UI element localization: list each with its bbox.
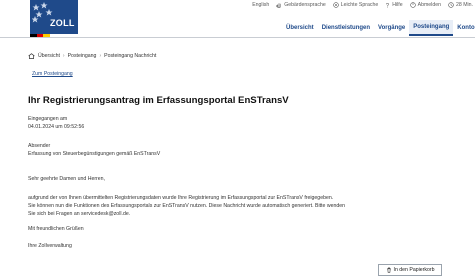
chevron-right-icon: › (99, 53, 102, 59)
session-timer: 28 Min. (448, 2, 473, 8)
util-english[interactable]: English (252, 2, 269, 8)
received-value: 04.01.2024 um 09:52:56 (28, 123, 85, 130)
nav-vorgaenge[interactable]: Vorgänge (374, 20, 409, 36)
received-label: Eingegangen am (28, 116, 68, 122)
nav-konto-label: Konto (457, 25, 475, 31)
nav-dienstleistungen[interactable]: Dienstleistungen (318, 20, 374, 36)
util-help-label: Hilfe (392, 2, 403, 8)
header-divider (0, 37, 475, 38)
body-line: aufgrund der von Ihnen übermittelten Reg… (28, 195, 334, 201)
body-line: Sie sich bei Fragen an servicedesk@zoll.… (28, 210, 131, 217)
page-title: Ihr Registrierungsantrag im Erfassungspo… (28, 95, 289, 106)
trash-icon (386, 267, 391, 273)
sender-section: Absender Erfassung von Steuerbegünstigun… (28, 143, 160, 159)
move-to-trash-label: In den Papierkorb (393, 267, 435, 273)
util-easy-language[interactable]: Leichte Sprache (333, 2, 379, 8)
nav-dienstleistungen-label: Dienstleistungen (321, 25, 371, 31)
sender-label: Absender (28, 143, 51, 149)
chevron-right-icon: › (62, 53, 65, 59)
easy-language-icon (333, 2, 339, 8)
logo-text: ZOLL (50, 18, 75, 28)
hand-icon (276, 3, 281, 8)
breadcrumb-item-current: Posteingang Nachricht (104, 53, 157, 59)
svg-text:?: ? (386, 3, 390, 8)
greeting: Sehr geehrte Damen und Herren, (28, 176, 105, 182)
back-to-inbox-link[interactable]: Zum Posteingang (32, 71, 73, 77)
util-help[interactable]: ? Hilfe (385, 2, 403, 8)
body-line: Sie können nun die Funktionen des Erfass… (28, 202, 345, 209)
nav-konto[interactable]: Konto (453, 20, 475, 36)
move-to-trash-button[interactable]: In den Papierkorb (378, 264, 442, 276)
util-logout-label: Abmelden (417, 2, 441, 8)
sender-value: Erfassung von Steuerbegünstigungen gemäß… (28, 150, 161, 157)
util-sign-language-label: Gebärdensprache (284, 2, 326, 8)
breadcrumb-item-uebersicht[interactable]: Übersicht (38, 53, 60, 59)
breadcrumb: Übersicht › Posteingang › Posteingang Na… (28, 53, 156, 59)
home-icon[interactable] (28, 53, 35, 59)
utility-nav: English Gebärdensprache Leichte Sprache … (252, 2, 473, 8)
util-english-label: English (252, 2, 270, 8)
closing: Mit freundlichen Grüßen (28, 226, 84, 232)
help-icon: ? (386, 3, 390, 8)
nav-posteingang[interactable]: Posteingang (409, 20, 454, 36)
clock-icon (448, 2, 454, 8)
breadcrumb-item-posteingang[interactable]: Posteingang (68, 53, 97, 59)
util-easy-language-label: Leichte Sprache (340, 2, 379, 8)
signature: Ihre Zollverwaltung (28, 243, 72, 249)
util-sign-language[interactable]: Gebärdensprache (276, 2, 326, 8)
received-section: Eingegangen am 04.01.2024 um 09:52:56 (28, 116, 84, 132)
message-body: aufgrund der von Ihnen übermittelten Reg… (28, 195, 345, 218)
util-logout[interactable]: Abmelden (409, 2, 441, 8)
zoll-logo[interactable]: ZOLL (30, 0, 78, 34)
nav-posteingang-label: Posteingang (413, 24, 450, 30)
site-header: ZOLL English Gebärdensprache Leichte Spr… (0, 0, 475, 37)
main-nav: Übersicht Dienstleistungen Vorgänge Post… (282, 20, 475, 36)
nav-vorgaenge-label: Vorgänge (378, 25, 406, 31)
session-timer-label: 28 Min. (455, 2, 473, 8)
logout-icon (409, 2, 416, 8)
nav-uebersicht-label: Übersicht (286, 25, 314, 31)
nav-uebersicht[interactable]: Übersicht (282, 20, 318, 36)
